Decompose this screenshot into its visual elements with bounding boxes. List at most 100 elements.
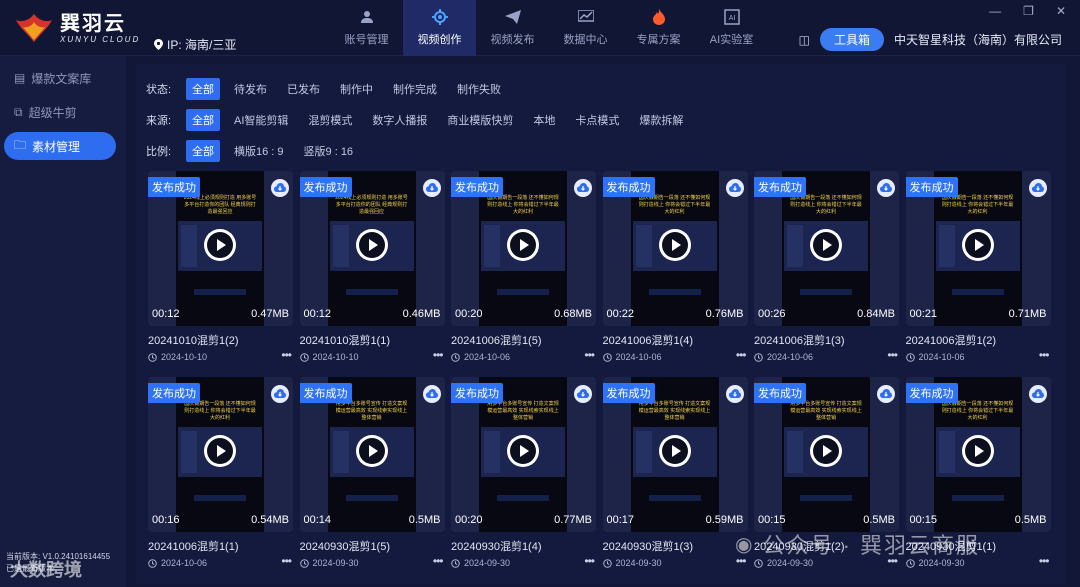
- play-button[interactable]: [658, 435, 691, 467]
- card-title[interactable]: 20240930混剪1(3): [603, 538, 694, 554]
- card-title[interactable]: 20241006混剪1(5): [451, 332, 542, 348]
- nav-video-creation[interactable]: 视频创作: [403, 0, 476, 56]
- more-options-icon[interactable]: •••: [1039, 554, 1050, 568]
- nav-video-publish[interactable]: 视频发布: [476, 0, 549, 56]
- nav-label: 视频创作: [417, 34, 462, 46]
- video-thumbnail[interactable]: 国庆假期告一段落 还不懂如何规则打造线上 你将会错过下半年最大的红利 发布成功 …: [451, 171, 596, 326]
- source-chip[interactable]: 卡点模式: [569, 109, 625, 131]
- download-button[interactable]: [877, 179, 895, 197]
- material-card[interactable]: 用多平台多账号宣传 打造文案规模运营最高效 实现线索实现线上整体营销 发布成功 …: [451, 377, 596, 577]
- material-card[interactable]: 国庆假期告一段落 还不懂如何规则打造线上 你将会错过下半年最大的红利 发布成功 …: [148, 377, 293, 577]
- video-thumbnail[interactable]: 国庆假期告一段落 还不懂如何规则打造线上 你将会错过下半年最大的红利 发布成功 …: [148, 377, 293, 532]
- nav-data-center[interactable]: 数据中心: [549, 0, 622, 56]
- source-chip[interactable]: 商业模版快剪: [441, 109, 519, 131]
- download-button[interactable]: [271, 179, 289, 197]
- status-chip[interactable]: 制作中: [334, 78, 379, 100]
- nav-account-management[interactable]: 账号管理: [330, 0, 403, 56]
- toolbox-button[interactable]: 工具箱: [819, 28, 884, 51]
- play-button[interactable]: [355, 435, 388, 467]
- video-thumbnail[interactable]: 2024线上必须规则打造 用多账号多平台打造你的团队 经典规则打造最强回应 发布…: [299, 171, 445, 326]
- close-icon[interactable]: ✕: [1056, 4, 1066, 18]
- book-icon[interactable]: ◫: [799, 33, 810, 47]
- video-thumbnail[interactable]: 国庆假期告一段落 还不懂如何规则打造线上 你将会错过下半年最大的红利 发布成功 …: [602, 171, 748, 326]
- download-button[interactable]: [574, 179, 592, 197]
- card-title[interactable]: 20240930混剪1(4): [451, 538, 542, 554]
- download-button[interactable]: [1028, 179, 1047, 197]
- ratio-chip[interactable]: 全部: [186, 140, 220, 162]
- play-button[interactable]: [507, 435, 539, 467]
- play-button[interactable]: [961, 435, 994, 467]
- download-button[interactable]: [1028, 385, 1047, 403]
- more-options-icon[interactable]: •••: [433, 554, 444, 568]
- ratio-chip[interactable]: 竖版9 : 16: [298, 140, 360, 162]
- download-button[interactable]: [725, 179, 744, 197]
- card-title[interactable]: 20241010混剪1(2): [148, 332, 239, 348]
- play-button[interactable]: [658, 229, 691, 261]
- play-button[interactable]: [507, 229, 539, 261]
- more-options-icon[interactable]: •••: [736, 348, 747, 362]
- source-chip[interactable]: 数字人播报: [366, 109, 433, 131]
- status-chip[interactable]: 待发布: [228, 78, 273, 100]
- maximize-icon[interactable]: ❐: [1023, 4, 1034, 18]
- source-chip[interactable]: 全部: [186, 109, 220, 131]
- more-options-icon[interactable]: •••: [887, 348, 898, 362]
- card-title[interactable]: 20241006混剪1(4): [603, 332, 694, 348]
- video-thumbnail[interactable]: 用多平台多账号宣传 打造文案规模运营最高效 实现线索实现线上整体营销 发布成功 …: [299, 377, 445, 532]
- card-title[interactable]: 20240930混剪1(5): [300, 538, 391, 554]
- video-thumbnail[interactable]: 用多平台多账号宣传 打造文案规模运营最高效 实现线索实现线上整体营销 发布成功 …: [451, 377, 596, 532]
- card-title[interactable]: 20241010混剪1(1): [300, 332, 391, 348]
- sidebar-item-super-editor[interactable]: ⧉ 超级牛剪: [4, 98, 116, 126]
- download-button[interactable]: [725, 385, 744, 403]
- download-button[interactable]: [422, 385, 441, 403]
- more-options-icon[interactable]: •••: [281, 348, 292, 362]
- video-thumbnail[interactable]: 国庆假期告一段落 还不懂如何规则打造线上 你将会错过下半年最大的红利 发布成功 …: [905, 377, 1051, 532]
- card-title[interactable]: 20241006混剪1(3): [754, 332, 845, 348]
- sidebar-item-material-management[interactable]: 🗀 素材管理: [4, 132, 116, 160]
- video-thumbnail[interactable]: 用多平台多账号宣传 打造文案规模运营最高效 实现线索实现线上整体营销 发布成功 …: [602, 377, 748, 532]
- play-button[interactable]: [204, 435, 236, 467]
- more-options-icon[interactable]: •••: [584, 554, 595, 568]
- more-options-icon[interactable]: •••: [433, 348, 444, 362]
- play-button[interactable]: [810, 435, 842, 467]
- material-card[interactable]: 国庆假期告一段落 还不懂如何规则打造线上 你将会错过下半年最大的红利 发布成功 …: [602, 171, 748, 371]
- more-options-icon[interactable]: •••: [1039, 348, 1050, 362]
- more-options-icon[interactable]: •••: [584, 348, 595, 362]
- play-button[interactable]: [204, 229, 236, 261]
- video-thumbnail[interactable]: 国庆假期告一段落 还不懂如何规则打造线上 你将会错过下半年最大的红利 发布成功 …: [905, 171, 1051, 326]
- source-chip[interactable]: 爆款拆解: [633, 109, 689, 131]
- play-button[interactable]: [961, 229, 994, 261]
- source-chip[interactable]: 混剪模式: [302, 109, 358, 131]
- material-card[interactable]: 2024线上必须规则打造 用多账号多平台打造你的团队 经典规则打造最强回应 发布…: [148, 171, 293, 371]
- nav-exclusive-plan[interactable]: 专属方案: [622, 0, 695, 56]
- card-title[interactable]: 20241006混剪1(2): [906, 332, 997, 348]
- material-card[interactable]: 国庆假期告一段落 还不懂如何规则打造线上 你将会错过下半年最大的红利 发布成功 …: [451, 171, 596, 371]
- play-button[interactable]: [355, 229, 388, 261]
- nav-ai-lab[interactable]: AI AI实验室: [695, 0, 768, 56]
- material-card[interactable]: 用多平台多账号宣传 打造文案规模运营最高效 实现线索实现线上整体营销 发布成功 …: [602, 377, 748, 577]
- material-card[interactable]: 2024线上必须规则打造 用多账号多平台打造你的团队 经典规则打造最强回应 发布…: [299, 171, 445, 371]
- company-name[interactable]: 中天智星科技（海南）有限公司: [894, 31, 1062, 48]
- download-button[interactable]: [271, 385, 289, 403]
- status-chip[interactable]: 制作完成: [387, 78, 443, 100]
- status-chip[interactable]: 全部: [186, 78, 220, 100]
- download-button[interactable]: [574, 385, 592, 403]
- download-button[interactable]: [422, 179, 441, 197]
- material-card[interactable]: 用多平台多账号宣传 打造文案规模运营最高效 实现线索实现线上整体营销 发布成功 …: [299, 377, 445, 577]
- material-card[interactable]: 国庆假期告一段落 还不懂如何规则打造线上 你将会错过下半年最大的红利 发布成功 …: [754, 171, 899, 371]
- status-chip[interactable]: 制作失败: [451, 78, 507, 100]
- source-chip[interactable]: AI智能剪辑: [228, 109, 294, 131]
- download-button[interactable]: [877, 385, 895, 403]
- status-chip[interactable]: 已发布: [281, 78, 326, 100]
- minimize-icon[interactable]: —: [989, 4, 1001, 18]
- sidebar-item-copy-library[interactable]: ▤ 爆款文案库: [4, 64, 116, 92]
- play-button[interactable]: [810, 229, 842, 261]
- video-thumbnail[interactable]: 2024线上必须规则打造 用多账号多平台打造你的团队 经典规则打造最强回应 发布…: [148, 171, 293, 326]
- material-card[interactable]: 国庆假期告一段落 还不懂如何规则打造线上 你将会错过下半年最大的红利 发布成功 …: [905, 171, 1051, 371]
- source-chip[interactable]: 本地: [527, 109, 561, 131]
- video-thumbnail[interactable]: 国庆假期告一段落 还不懂如何规则打造线上 你将会错过下半年最大的红利 发布成功 …: [754, 171, 899, 326]
- file-size: 0.68MB: [554, 308, 592, 320]
- card-title[interactable]: 20241006混剪1(1): [148, 538, 239, 554]
- video-thumbnail[interactable]: 用多平台多账号宣传 打造文案规模运营最高效 实现线索实现线上整体营销 发布成功 …: [754, 377, 899, 532]
- more-options-icon[interactable]: •••: [281, 554, 292, 568]
- ratio-chip[interactable]: 横版16 : 9: [228, 140, 290, 162]
